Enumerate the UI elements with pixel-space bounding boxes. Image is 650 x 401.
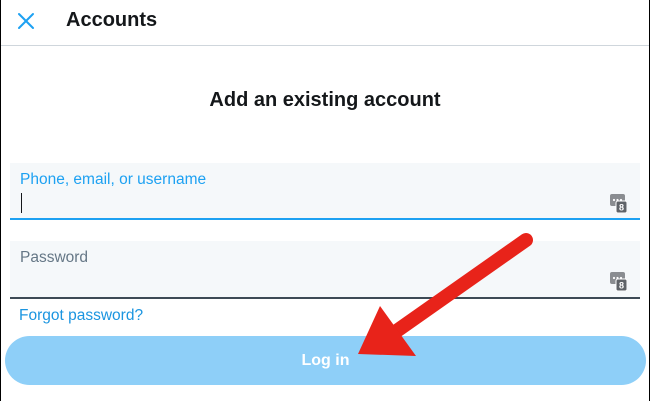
form-heading: Add an existing account	[209, 89, 441, 111]
password-manager-key-icon[interactable]: 8	[610, 194, 627, 213]
password-manager-key-icon[interactable]: 8	[610, 272, 627, 291]
page-title: Accounts	[66, 9, 158, 31]
forgot-password-link[interactable]: Forgot password?	[19, 307, 143, 325]
accounts-screen: Accounts Add an existing account Phone, …	[1, 0, 649, 401]
svg-text:8: 8	[619, 281, 624, 291]
close-icon[interactable]	[16, 11, 36, 31]
header-bar: Accounts	[1, 0, 649, 46]
text-cursor	[21, 193, 22, 213]
password-field[interactable]: Password 8	[10, 241, 640, 299]
phone-email-username-field[interactable]: Phone, email, or username 8	[10, 163, 640, 220]
login-button[interactable]: Log in	[5, 336, 646, 385]
phone-field-label: Phone, email, or username	[20, 171, 207, 188]
svg-text:8: 8	[619, 203, 624, 213]
password-field-label: Password	[20, 249, 89, 266]
